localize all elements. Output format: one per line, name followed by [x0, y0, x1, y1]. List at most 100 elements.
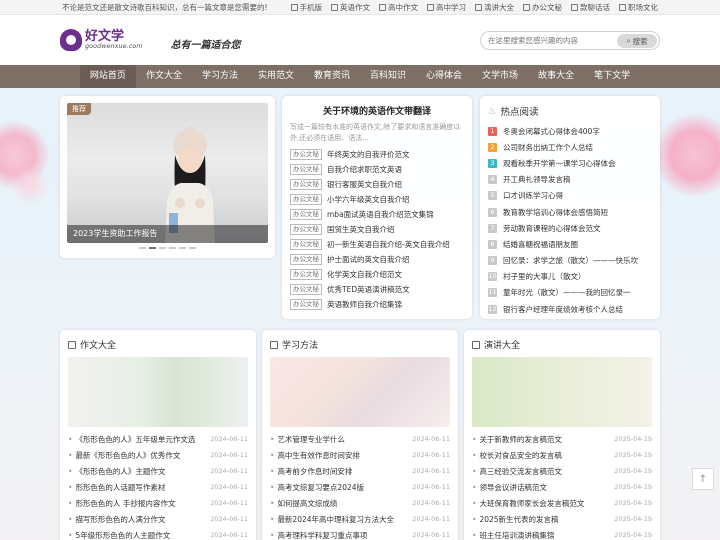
table-row[interactable]: 关于新教师的发言稿范文 2025-04-19 — [472, 431, 652, 447]
hot-list-item[interactable]: 8 结婚喜糖祝福语朋友圈 — [488, 236, 652, 252]
featured-item-title[interactable]: 银行客服英文自我介绍 — [327, 179, 402, 190]
hot-list-item[interactable]: 12 银行客户经理年度绩效考核个人总结 — [488, 301, 652, 317]
featured-item-title[interactable]: 初一新生英语自我介绍-英文自我介绍 — [327, 239, 450, 250]
article-title[interactable]: 形形色色的人 手抄报内容作文 — [68, 498, 175, 509]
column-image-teacup[interactable] — [270, 357, 450, 427]
slider-dot-5[interactable] — [179, 247, 186, 249]
table-row[interactable]: 高考理科学科复习重点事项 2024-06-11 — [270, 527, 450, 540]
category-tag[interactable]: 办公文秘 — [290, 209, 322, 220]
hot-item-title[interactable]: 教育教学培训心得体会感悟简短 — [503, 207, 608, 218]
article-title[interactable]: 高中生有效作息时间安排 — [270, 450, 360, 461]
column-image-flowers[interactable] — [68, 357, 248, 427]
table-row[interactable]: 最新2024年高中理科复习方法大全 2024-06-11 — [270, 511, 450, 527]
table-row[interactable]: 班主任培训演讲稿集锦 2025-04-19 — [472, 527, 652, 540]
featured-item-title[interactable]: 年终英文的自我评价范文 — [327, 149, 410, 160]
table-row[interactable]: 高考前夕作息时间安排 2024-06-11 — [270, 463, 450, 479]
hot-item-title[interactable]: 村子里的大事儿（散文） — [503, 271, 586, 282]
table-row[interactable]: 高三经验交流发言稿范文 2025-04-19 — [472, 463, 652, 479]
featured-list-item[interactable]: 办公文秘 银行客服英文自我介绍 — [290, 177, 464, 192]
table-row[interactable]: 2025新生代表的发言稿 2025-04-19 — [472, 511, 652, 527]
category-tag[interactable]: 办公文秘 — [290, 149, 322, 160]
table-row[interactable]: 描写形形色色的人满分作文 2024-06-11 — [68, 511, 248, 527]
nav-literature[interactable]: 文学市场 — [472, 65, 528, 88]
article-title[interactable]: 艺术管理专业学什么 — [270, 434, 345, 445]
article-title[interactable]: 班主任培训演讲稿集锦 — [472, 530, 554, 540]
toplink-english[interactable]: 英语作文 — [331, 2, 370, 13]
search-input[interactable] — [488, 36, 618, 45]
featured-item-title[interactable]: 小学六年级英文自我介绍 — [327, 194, 410, 205]
hot-item-title[interactable]: 开工典礼领导发言稿 — [503, 174, 571, 185]
featured-list-item[interactable]: 办公文秘 护士面试的英文自我介绍 — [290, 252, 464, 267]
featured-item-title[interactable]: 护士面试的英文自我介绍 — [327, 254, 410, 265]
table-row[interactable]: 高中生有效作息时间安排 2024-06-11 — [270, 447, 450, 463]
nav-essays[interactable]: 作文大全 — [136, 65, 192, 88]
category-tag[interactable]: 办公文秘 — [290, 284, 322, 295]
back-to-top-button[interactable]: ↑ — [692, 468, 714, 490]
table-row[interactable]: 如何提高文综成绩 2024-06-11 — [270, 495, 450, 511]
toplink-highschool-study[interactable]: 高中学习 — [427, 2, 466, 13]
article-title[interactable]: 校长对食品安全的发言稿 — [472, 450, 562, 461]
slider-dot-3[interactable] — [159, 247, 166, 249]
table-row[interactable]: 校长对食品安全的发言稿 2025-04-19 — [472, 447, 652, 463]
category-tag[interactable]: 办公文秘 — [290, 269, 322, 280]
toplink-office[interactable]: 办公文秘 — [523, 2, 562, 13]
hot-list-item[interactable]: 10 村子里的大事儿（散文） — [488, 269, 652, 285]
slider-dot-1[interactable] — [139, 247, 146, 249]
featured-list-item[interactable]: 办公文秘 优秀TED英语演讲稿范文 — [290, 282, 464, 297]
toplink-career[interactable]: 职场文化 — [619, 2, 658, 13]
article-title[interactable]: 大班保育教师家长会发言稿范文 — [472, 498, 584, 509]
hot-item-title[interactable]: 劳动教育课程的心得体会范文 — [503, 223, 601, 234]
slide-image[interactable]: 推荐 2023学生资助工作报告 — [67, 103, 268, 243]
featured-list-item[interactable]: 办公文秘 自我介绍求职范文英语 — [290, 162, 464, 177]
hot-list-item[interactable]: 11 童年时光（散文）———我的回忆录一 — [488, 285, 652, 301]
hot-item-title[interactable]: 口才训练学习心得 — [503, 190, 563, 201]
featured-item-title[interactable]: 化学英文自我介绍范文 — [327, 269, 402, 280]
article-title[interactable]: 《形形色色的人》五年级单元作文选 — [68, 434, 195, 445]
article-title[interactable]: 《形形色色的人》主题作文 — [68, 466, 165, 477]
hot-list-item[interactable]: 4 开工典礼领导发言稿 — [488, 172, 652, 188]
hot-item-title[interactable]: 观看秋季开学第一课学习心得体会 — [503, 158, 616, 169]
featured-item-title[interactable]: 国贸生英文自我介绍 — [327, 224, 395, 235]
hot-list-item[interactable]: 7 劳动教育课程的心得体会范文 — [488, 220, 652, 236]
hot-item-title[interactable]: 公司财务出纳工作个人总结 — [503, 142, 593, 153]
table-row[interactable]: 形形色色的人 手抄报内容作文 2024-06-11 — [68, 495, 248, 511]
hot-item-title[interactable]: 童年时光（散文）———我的回忆录一 — [503, 287, 631, 298]
hot-list-item[interactable]: 3 观看秋季开学第一课学习心得体会 — [488, 155, 652, 171]
table-row[interactable]: 领导会议讲话稿范文 2025-04-19 — [472, 479, 652, 495]
table-row[interactable]: 最新《形形色色的人》优秀作文 2024-06-11 — [68, 447, 248, 463]
featured-item-title[interactable]: 英语教师自我介绍集锦 — [327, 299, 402, 310]
hot-list-item[interactable]: 5 口才训练学习心得 — [488, 188, 652, 204]
nav-encyclopedia[interactable]: 百科知识 — [360, 65, 416, 88]
table-row[interactable]: 艺术管理专业学什么 2024-06-11 — [270, 431, 450, 447]
featured-item-title[interactable]: 自我介绍求职范文英语 — [327, 164, 402, 175]
article-title[interactable]: 5年级形形色色的人主题作文 — [68, 530, 170, 540]
featured-list-item[interactable]: 办公文秘 年终英文的自我评价范文 — [290, 147, 464, 162]
hot-list-item[interactable]: 6 教育教学培训心得体会感悟简短 — [488, 204, 652, 220]
table-row[interactable]: 5年级形形色色的人主题作文 2024-06-11 — [68, 527, 248, 540]
hot-item-title[interactable]: 结婚喜糖祝福语朋友圈 — [503, 239, 578, 250]
featured-list-item[interactable]: 办公文秘 国贸生英文自我介绍 — [290, 222, 464, 237]
article-title[interactable]: 最新《形形色色的人》优秀作文 — [68, 450, 180, 461]
table-row[interactable]: 大班保育教师家长会发言稿范文 2025-04-19 — [472, 495, 652, 511]
hot-list-item[interactable]: 2 公司财务出纳工作个人总结 — [488, 139, 652, 155]
search-button[interactable]: ⌕ 搜索 — [617, 34, 657, 48]
category-tag[interactable]: 办公文秘 — [290, 224, 322, 235]
featured-list-item[interactable]: 办公文秘 初一新生英语自我介绍-英文自我介绍 — [290, 237, 464, 252]
hot-item-title[interactable]: 回忆录：求学之旅（散文）———快乐坎 — [503, 255, 638, 266]
nav-study-methods[interactable]: 学习方法 — [192, 65, 248, 88]
nav-stories[interactable]: 故事大全 — [528, 65, 584, 88]
hot-list-item[interactable]: 1 冬奥会闭幕式心得体会400字 — [488, 123, 652, 139]
featured-title[interactable]: 关于环境的英语作文带翻译 — [290, 104, 464, 117]
article-title[interactable]: 领导会议讲话稿范文 — [472, 482, 547, 493]
column-image-irises[interactable] — [472, 357, 652, 427]
slide-caption[interactable]: 2023学生资助工作报告 — [67, 225, 268, 243]
column-title[interactable]: 演讲大全 — [484, 338, 520, 351]
nav-practical[interactable]: 实用范文 — [248, 65, 304, 88]
toplink-speech[interactable]: 演讲大全 — [475, 2, 514, 13]
column-title[interactable]: 学习方法 — [282, 338, 318, 351]
category-tag[interactable]: 办公文秘 — [290, 239, 322, 250]
slider-dot-2[interactable] — [149, 247, 156, 249]
toplink-mobile[interactable]: 手机版 — [290, 2, 322, 13]
category-tag[interactable]: 办公文秘 — [290, 164, 322, 175]
article-title[interactable]: 如何提高文综成绩 — [270, 498, 337, 509]
